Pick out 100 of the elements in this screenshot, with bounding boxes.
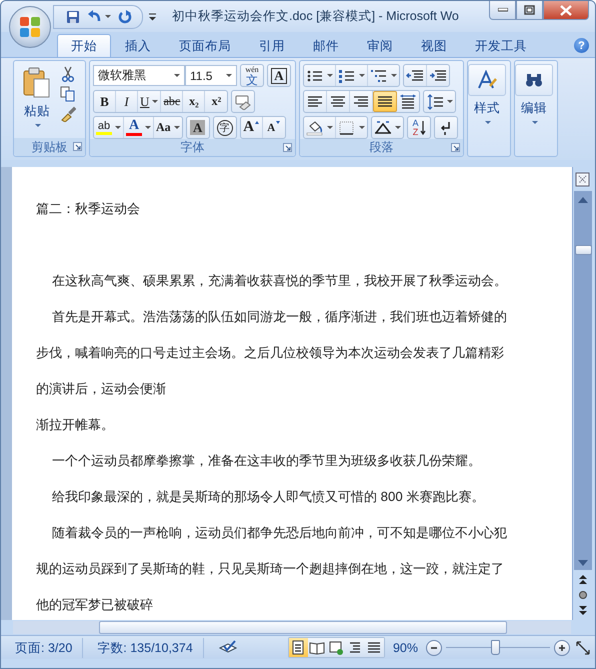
text-line: 随着裁令员的一声枪响，运动员们都争先恐后地向前冲，可不知是哪位不小心犯 — [51, 524, 508, 542]
caret-icon — [447, 100, 453, 103]
squares-logo-icon — [18, 15, 42, 39]
minimize-button[interactable] — [489, 1, 516, 20]
spacing-icon — [426, 94, 444, 110]
word-count[interactable]: 字数: 135/10,374 — [83, 638, 204, 658]
view-button[interactable] — [288, 638, 308, 657]
case-button[interactable]: Aa — [154, 117, 182, 138]
web-view-icon — [328, 640, 344, 655]
caret-icon — [174, 126, 180, 129]
font-name-field[interactable]: 微软雅黑 — [93, 65, 185, 86]
view-button[interactable] — [364, 638, 384, 657]
paste-button[interactable]: 粘贴 — [17, 64, 57, 138]
underline-button[interactable]: U — [138, 91, 162, 112]
undo-icon — [87, 10, 103, 24]
clipboard-icon — [22, 67, 52, 99]
grow-button[interactable]: A — [240, 117, 263, 138]
dialog-launcher-icon[interactable] — [73, 142, 82, 151]
caret-icon — [359, 74, 365, 77]
numbering-icon — [338, 68, 356, 84]
copy-icon[interactable] — [60, 86, 76, 102]
down-triangle-icon — [276, 121, 280, 124]
ruler-toggle-icon[interactable] — [575, 171, 591, 189]
proofing-icon[interactable] — [218, 640, 238, 656]
cut-icon[interactable] — [60, 66, 76, 82]
next-page-icon[interactable] — [578, 604, 588, 616]
close-button[interactable] — [543, 1, 589, 20]
vertical-scrollbar[interactable] — [574, 191, 592, 570]
sup-button[interactable]: x² — [205, 91, 228, 112]
close-icon — [560, 4, 572, 16]
group-title: 字体 — [180, 139, 204, 156]
caret-icon — [395, 126, 401, 129]
binoculars-icon — [525, 72, 543, 88]
text-line: 步伐，喊着响亮的口号走过主会场。之后几位校领导为本次运动会发表了几篇精彩 — [36, 344, 505, 362]
scroll-down-icon[interactable] — [578, 560, 588, 566]
zoom-thumb[interactable] — [490, 640, 500, 655]
text-line: 首先是开幕式。浩浩荡荡的队伍如同游龙一般，循序渐进，我们班也迈着矫健的 — [51, 308, 508, 326]
caret-icon — [327, 74, 333, 77]
scroll-thumb[interactable] — [99, 621, 507, 634]
ribbon-tab[interactable]: 审阅 — [353, 34, 407, 57]
phonetic-button[interactable]: wén 文 — [241, 65, 263, 86]
text-line: 规的运动员踩到了吴斯琦的鞋，只见吴斯琦一个趔趄摔倒在地，这一跤，就注定了 — [36, 560, 505, 578]
caret-icon — [174, 74, 180, 77]
previous-page-icon[interactable] — [578, 574, 588, 586]
bold-button[interactable]: B — [94, 91, 116, 112]
shrink-button[interactable]: A — [262, 117, 285, 138]
fill-button[interactable] — [304, 117, 336, 138]
justify-button[interactable] — [373, 91, 397, 112]
redo-icon — [118, 10, 132, 24]
color-button[interactable]: A — [124, 117, 154, 138]
zoom-in-button[interactable] — [554, 640, 570, 656]
center-icon — [329, 94, 347, 110]
group-title: 剪贴板 — [32, 138, 68, 156]
group-title: 段落 — [370, 139, 394, 156]
outdent-button[interactable] — [404, 65, 427, 86]
text-line: 在这秋高气爽、硕果累累，充满着收获喜悦的季节里，我校开展了秋季运动会。 — [51, 272, 508, 290]
view-button[interactable] — [326, 638, 346, 657]
restore-icon — [524, 5, 535, 15]
ribbon-tab[interactable]: 开发工具 — [461, 34, 541, 57]
resize-grip-icon[interactable] — [575, 640, 591, 656]
italic-button[interactable]: I — [116, 91, 138, 112]
caret-icon — [327, 126, 333, 129]
distribute-icon — [399, 94, 417, 110]
ribbon-tab[interactable]: 引用 — [245, 34, 299, 57]
restore-button[interactable] — [516, 1, 543, 20]
caret-icon — [115, 126, 121, 129]
caret-icon — [485, 121, 491, 124]
browse-object-icon[interactable] — [578, 589, 588, 601]
justify-icon — [376, 94, 394, 110]
ribbon-tab[interactable]: 开始 — [57, 34, 111, 57]
text-line: 一个个运动员都摩拳擦掌，准备在这丰收的季节里为班级多收获几份荣耀。 — [51, 452, 482, 470]
sort-button[interactable]: A Z — [408, 117, 430, 138]
numbering-button[interactable] — [336, 65, 368, 86]
ribbon-tab[interactable]: 插入 — [111, 34, 165, 57]
format-painter-icon[interactable] — [60, 106, 76, 122]
zoom-level[interactable]: 90% — [384, 640, 426, 654]
caret-icon — [145, 126, 151, 129]
view-button[interactable] — [308, 638, 327, 657]
draft-view-icon — [366, 640, 382, 655]
strike-button[interactable]: abc — [161, 91, 184, 112]
caret-icon — [149, 12, 156, 20]
horizontal-scrollbar[interactable] — [13, 621, 571, 634]
page-count[interactable]: 页面: 3/20 — [1, 638, 84, 658]
window-title: 初中秋季运动会作文.doc [兼容模式] - Microsoft Wo — [172, 8, 459, 25]
zoom-out-button[interactable] — [426, 640, 442, 656]
font-size-field[interactable]: 11.5 — [185, 65, 237, 86]
ribbon-tab[interactable]: 页面布局 — [165, 34, 245, 57]
up-triangle-icon — [255, 121, 260, 124]
document-heading: 篇二：秋季运动会 — [36, 200, 141, 218]
caret-icon — [152, 100, 158, 103]
ribbon-tab[interactable]: 视图 — [407, 34, 461, 57]
scroll-thumb[interactable] — [574, 245, 592, 255]
ribbon-tab[interactable]: 邮件 — [299, 34, 353, 57]
sub-button[interactable]: x₂ — [183, 91, 206, 112]
caret-icon — [359, 126, 365, 129]
dialog-launcher-icon[interactable] — [451, 143, 460, 152]
scroll-up-icon[interactable] — [578, 197, 588, 203]
highlight-button[interactable]: ab — [94, 117, 124, 138]
dialog-launcher-icon[interactable] — [283, 143, 292, 152]
right-icon — [352, 94, 370, 110]
